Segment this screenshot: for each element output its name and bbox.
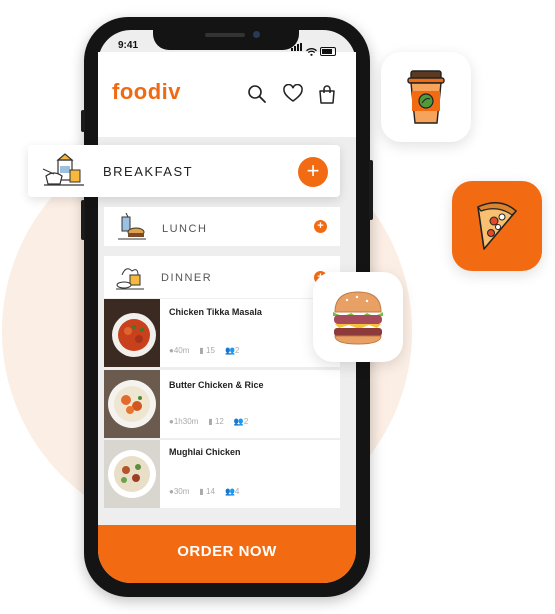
recipe-meta: ●40m ▮ 15 👥2 [169,346,239,355]
shopping-bag-icon[interactable] [317,84,337,104]
lunch-label: LUNCH [162,223,208,235]
recipe-title: Chicken Tikka Masala [169,307,262,317]
power-button [369,160,373,220]
speaker [205,33,245,37]
pizza-slice-icon [477,202,517,250]
heart-icon[interactable] [283,84,303,104]
count-meta: ▮ 15 [199,346,215,355]
time-meta: ●30m [169,487,190,496]
dinner-icon [116,268,144,290]
breakfast-label: BREAKFAST [103,164,194,179]
count-meta: ▮ 14 [199,487,215,496]
time-meta: ●40m [169,346,190,355]
recipe-image [104,440,160,508]
coffee-card [381,52,471,142]
recipe-title: Butter Chicken & Rice [169,380,264,390]
search-icon[interactable] [247,84,267,104]
pizza-card [452,181,542,271]
people-icon: 👥 [224,487,235,496]
time-meta: ●1h30m [169,417,199,426]
recipe-item-butter-chicken-rice[interactable]: Butter Chicken & Rice ●1h30m ▮ 12 👥2 [104,370,340,438]
wifi-icon [306,48,317,56]
recipe-title: Mughlai Chicken [169,447,241,457]
mute-switch [81,110,85,132]
coffee-cup-icon [407,70,445,124]
people-icon: 👥 [224,346,235,355]
recipe-image [104,299,160,367]
battery-icon [320,47,336,56]
people-meta: 👥2 [224,346,240,355]
breakfast-icon [42,153,84,186]
recipe-image [104,370,160,438]
people-meta: 👥4 [224,487,240,496]
phone-notch [153,28,299,50]
document-icon: ▮ [208,417,215,426]
recipe-item-chicken-tikka-masala[interactable]: Chicken Tikka Masala ●40m ▮ 15 👥2 [104,299,340,367]
recipe-meta: ●30m ▮ 14 👥4 [169,487,239,496]
dinner-label: DINNER [161,272,213,284]
recipe-meta: ●1h30m ▮ 12 👥2 [169,417,248,426]
app-logo: foodiv [112,79,181,104]
burger-card [313,272,403,362]
count-meta: ▮ 12 [208,417,224,426]
add-breakfast-button[interactable]: + [298,157,328,187]
order-now-label: ORDER NOW [177,543,277,560]
volume-down-button [81,200,85,240]
status-time: 9:41 [118,40,139,51]
status-icons [291,38,336,56]
people-icon: 👥 [233,417,244,426]
recipe-item-mughlai-chicken[interactable]: Mughlai Chicken ●30m ▮ 14 👥4 [104,440,340,508]
lunch-icon [118,212,146,240]
people-meta: 👥2 [233,417,249,426]
signal-icon [291,38,303,56]
burger-icon [333,291,383,345]
front-camera [253,31,260,38]
add-lunch-button[interactable]: + [314,220,327,233]
